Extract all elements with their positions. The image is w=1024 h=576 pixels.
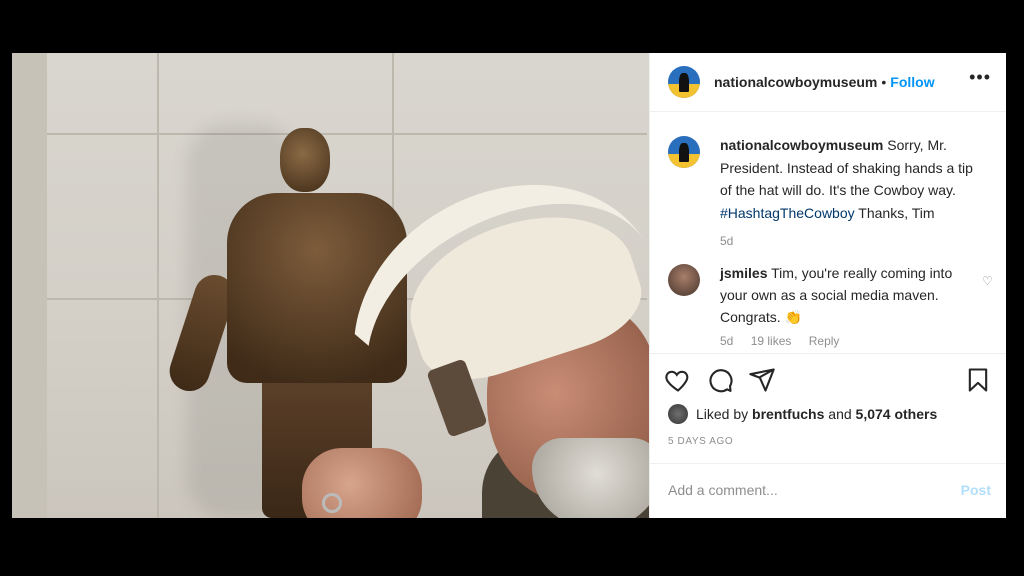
follow-button[interactable]: Follow bbox=[890, 74, 934, 90]
add-comment-bar: Post bbox=[650, 463, 1006, 518]
likes-middle: and bbox=[828, 406, 852, 422]
instagram-post-frame: nationalcowboymuseum • Follow ••• nation… bbox=[12, 53, 1006, 518]
wall-left bbox=[12, 53, 47, 518]
bookmark-icon[interactable] bbox=[964, 366, 992, 394]
hashtag-link[interactable]: #HashtagTheCowboy bbox=[720, 205, 855, 221]
post-photo[interactable] bbox=[12, 53, 649, 518]
liker-username[interactable]: brentfuchs bbox=[752, 406, 824, 422]
likes-summary: Liked by brentfuchs and 5,074 others bbox=[668, 404, 937, 424]
post-sidebar: nationalcowboymuseum • Follow ••• nation… bbox=[649, 53, 1006, 518]
comment-item: jsmiles Tim, you're really coming into y… bbox=[668, 262, 998, 348]
post-header: nationalcowboymuseum • Follow ••• bbox=[650, 53, 1006, 112]
profile-avatar[interactable] bbox=[668, 66, 700, 98]
ring bbox=[322, 493, 342, 513]
caption-trailing: Thanks, Tim bbox=[858, 204, 935, 221]
caption-time: 5d bbox=[720, 234, 734, 248]
comment-reply[interactable]: Reply bbox=[809, 334, 840, 348]
caption-username[interactable]: nationalcowboymuseum bbox=[720, 137, 883, 153]
hand bbox=[302, 448, 422, 518]
heart-icon[interactable] bbox=[664, 366, 692, 394]
man-beard bbox=[532, 438, 649, 518]
caption: nationalcowboymuseum Sorry, Mr. Presiden… bbox=[668, 134, 988, 248]
comment-icon[interactable] bbox=[706, 366, 734, 394]
post-timestamp[interactable]: 5 DAYS AGO bbox=[668, 436, 733, 447]
more-options-icon[interactable]: ••• bbox=[969, 67, 991, 88]
comment-username[interactable]: jsmiles bbox=[720, 265, 767, 281]
likes-count[interactable]: 5,074 others bbox=[856, 406, 938, 422]
add-comment-input[interactable] bbox=[666, 481, 940, 499]
header-separator: • bbox=[881, 74, 887, 90]
caption-text: nationalcowboymuseum Sorry, Mr. Presiden… bbox=[720, 134, 988, 224]
comment-text: jsmiles Tim, you're really coming into y… bbox=[720, 262, 980, 328]
likes-prefix: Liked by bbox=[696, 406, 749, 422]
comment-meta: 5d 19 likes Reply bbox=[720, 334, 998, 348]
comments-section[interactable]: nationalcowboymuseum Sorry, Mr. Presiden… bbox=[650, 112, 1006, 352]
caption-avatar[interactable] bbox=[668, 136, 700, 168]
post-comment-button[interactable]: Post bbox=[961, 482, 991, 498]
statue-head bbox=[280, 128, 330, 192]
comment-like-heart-icon[interactable]: ♡ bbox=[982, 274, 994, 288]
comment-time: 5d bbox=[720, 334, 734, 348]
wall-panel-line bbox=[157, 53, 159, 518]
header-username[interactable]: nationalcowboymuseum bbox=[714, 74, 877, 90]
share-icon[interactable] bbox=[748, 366, 776, 394]
action-icons bbox=[664, 366, 994, 400]
comment-likes[interactable]: 19 likes bbox=[751, 334, 792, 348]
action-bar: Liked by brentfuchs and 5,074 others 5 D… bbox=[650, 353, 1006, 447]
wall-panel-line bbox=[47, 133, 647, 135]
comment-avatar[interactable] bbox=[668, 264, 700, 296]
liker-avatar[interactable] bbox=[668, 404, 688, 424]
